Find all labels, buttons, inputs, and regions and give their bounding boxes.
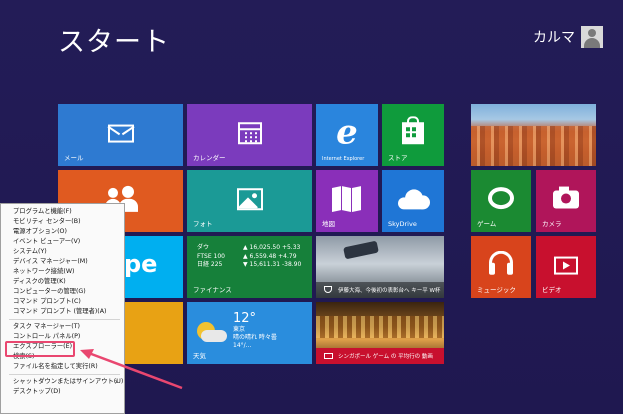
night-market-image [316, 316, 444, 338]
tile-label: ゲーム [477, 220, 497, 228]
menu-item[interactable]: タスク マネージャー(T) [1, 322, 124, 332]
menu-item[interactable]: モビリティ センター(B) [1, 217, 124, 227]
tile-label: フォト [193, 220, 213, 228]
finance-quotes: ダウ ▲ 16,025.50 +5.33 FTSE 100 ▲ 6,559.48 +… [197, 244, 301, 270]
menu-item[interactable]: ファイル名を指定して実行(R) [1, 362, 124, 372]
menu-item-shutdown[interactable]: シャットダウンまたはサインアウト(U) [1, 377, 124, 387]
tile-camera[interactable]: カメラ [536, 170, 596, 232]
canyon-image [471, 126, 596, 166]
video-icon [554, 256, 578, 275]
tile-music[interactable]: ミュージック [471, 236, 531, 298]
tile-label: 天気 [193, 352, 206, 360]
tile-store[interactable]: ストア [382, 104, 444, 166]
tile-label: カレンダー [193, 154, 226, 162]
menu-item[interactable]: プログラムと機能(F) [1, 207, 124, 217]
weather-temp: 12° [233, 311, 257, 326]
quote-value: ▲ 16,025.50 +5.33 [243, 244, 301, 251]
maps-icon [332, 186, 362, 213]
tile-video[interactable]: ビデオ [536, 236, 596, 298]
tile-label: ビデオ [542, 286, 562, 294]
winx-context-menu: プログラムと機能(F) モビリティ センター(B) 電源オプション(O) イベン… [0, 203, 125, 414]
tile-label: ファイナンス [193, 286, 232, 294]
weather-condition: 晴の晴れ 時々曇 [233, 334, 277, 341]
tile-desktop-photo[interactable] [471, 104, 596, 166]
menu-item[interactable]: イベント ビューアー(V) [1, 237, 124, 247]
tile-label: SkyDrive [388, 220, 417, 228]
tile-label: シンガポール ゲーム の 平均行の 動画 [338, 354, 433, 360]
menu-separator [9, 319, 120, 320]
quote-name: ダウ [197, 244, 210, 251]
menu-item[interactable]: ネットワーク接続(W) [1, 267, 124, 277]
tile-sports[interactable]: 伊藤大海、今後初の表彰台へ キー平 W杯 [316, 236, 444, 298]
tile-skydrive[interactable]: SkyDrive [382, 170, 444, 232]
menu-item[interactable]: ディスクの管理(K) [1, 277, 124, 287]
tile-label: Internet Explorer [322, 156, 365, 162]
tile-weather[interactable]: 12° 東京 晴の晴れ 時々曇 14°/... 天気 [187, 302, 312, 364]
tile-label: ストア [388, 154, 408, 162]
menu-item[interactable]: コンピューターの管理(G) [1, 287, 124, 297]
tile-label: ミュージック [477, 286, 516, 294]
skype-logo-text: pe [124, 250, 158, 278]
cloud-icon [201, 330, 227, 342]
tile-finance[interactable]: ダウ ▲ 16,025.50 +5.33 FTSE 100 ▲ 6,559.48 +… [187, 236, 312, 298]
weather-info: 12° 東京 晴の晴れ 時々曇 14°/... [233, 312, 277, 350]
tile-photos[interactable]: フォト [187, 170, 312, 232]
highlight-box [5, 341, 75, 357]
tile-label: 伊藤大海、今後初の表彰台へ キー平 W杯 [338, 288, 441, 294]
menu-item[interactable]: システム(Y) [1, 247, 124, 257]
skydrive-icon [396, 189, 430, 210]
tile-maps[interactable]: 地図 [316, 170, 378, 232]
ski-jumper-image [343, 240, 379, 260]
tile-calendar[interactable]: カレンダー [187, 104, 312, 166]
mail-icon [107, 124, 134, 143]
tile-label: カメラ [542, 220, 562, 228]
camera-icon [553, 186, 579, 209]
quote-name: FTSE 100 [197, 252, 225, 260]
weather-city: 東京 [233, 326, 246, 333]
tile-label: メール [64, 154, 84, 162]
menu-item[interactable]: コマンド プロンプト(C) [1, 297, 124, 307]
menu-separator [9, 374, 120, 375]
tile-internet-explorer[interactable]: e Internet Explorer [316, 104, 378, 166]
store-icon [402, 116, 424, 145]
games-icon [484, 187, 518, 211]
weather-range: 14°/... [233, 342, 252, 349]
user-account[interactable]: カルマ [533, 26, 603, 48]
menu-item[interactable]: 電源オプション(O) [1, 227, 124, 237]
quote-value: ▼ 15,611.31 -38.90 [243, 261, 302, 268]
user-name: カルマ [533, 30, 575, 46]
suitcase-icon [324, 353, 333, 359]
quote-name: 日経 225 [197, 261, 223, 268]
quote-value: ▲ 6,559.48 +4.79 [243, 252, 297, 260]
photos-icon [236, 188, 263, 211]
tile-games[interactable]: ゲーム [471, 170, 531, 232]
internet-explorer-icon: e [336, 112, 358, 153]
menu-item[interactable]: デバイス マネージャー(M) [1, 257, 124, 267]
calendar-icon [237, 122, 262, 145]
music-icon [487, 250, 515, 279]
tile-mail[interactable]: メール [58, 104, 183, 166]
menu-item[interactable]: コマンド プロンプト (管理者)(A) [1, 307, 124, 317]
tile-label: 地図 [322, 220, 335, 228]
tile-travel[interactable]: シンガポール ゲーム の 平均行の 動画 [316, 302, 444, 364]
page-title: スタート [58, 27, 170, 58]
menu-item[interactable]: デスクトップ(D) [1, 387, 124, 397]
avatar [581, 26, 603, 48]
